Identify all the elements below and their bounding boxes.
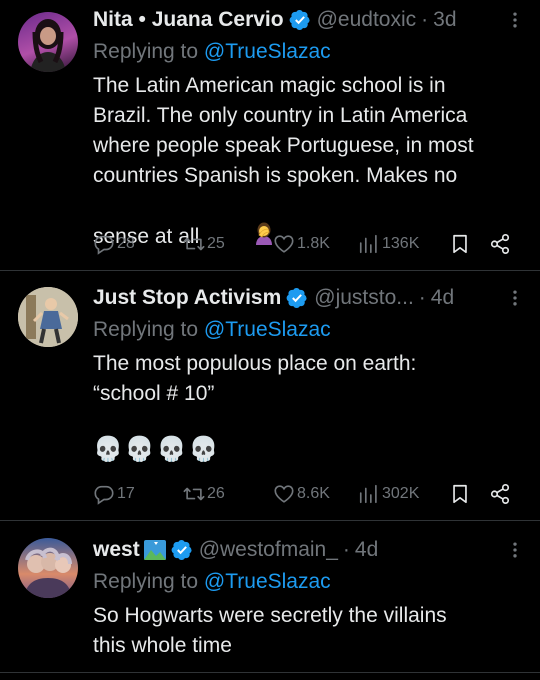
views-count: 136K [382,235,420,252]
repost-icon [183,483,205,505]
replying-prefix: Replying to [93,318,204,341]
mention-link[interactable]: @TrueSlazac [204,40,331,63]
reply-button[interactable]: 17 [93,483,135,505]
timestamp[interactable]: 4d [431,286,454,310]
tweet-actions: 17 26 8.6K 302K [93,479,526,509]
bookmark-icon [449,483,471,505]
reply-count: 28 [117,235,135,252]
views-button[interactable]: 136K [358,233,419,255]
views-count: 302K [382,485,420,502]
reply-count: 17 [117,485,135,502]
tweet-text-body: The Latin American magic school is in Br… [93,74,474,249]
reply-button[interactable]: 28 [93,233,135,255]
mention-link[interactable]: @TrueSlazac [204,318,331,341]
tweet-1[interactable]: Nita • Juana Cervio @eudtoxic · 3d Reply… [0,0,540,271]
more-icon[interactable] [504,533,526,567]
repost-count: 26 [207,485,225,502]
separator-dot: · [421,8,429,31]
repost-button[interactable]: 26 [183,483,225,505]
like-count: 8.6K [297,485,330,502]
repost-button[interactable]: 25 [183,233,225,255]
more-icon[interactable] [504,281,526,315]
tweet-text: So Hogwarts were secretly the villains t… [93,604,447,657]
avatar[interactable] [18,538,78,598]
landscape-flag-emoji [143,540,166,560]
skull-emoji-line: 💀💀💀💀 [93,436,221,463]
replying-prefix: Replying to [93,570,204,593]
avatar-image [30,19,66,72]
separator-dot: · [342,538,350,561]
like-icon [273,233,295,255]
share-button[interactable] [489,233,513,255]
tweet-header: Nita • Juana Cervio @eudtoxic · 3d [93,3,526,37]
avatar[interactable] [18,287,78,347]
landscape-flag-icon [143,540,166,560]
like-button[interactable]: 1.8K [273,233,330,255]
avatar[interactable] [18,12,78,72]
views-button[interactable]: 302K [358,483,419,505]
tweet-2[interactable]: Just Stop Activism @juststo... · 4d Repl… [0,271,540,521]
tweet-header: Just Stop Activism @juststo... · 4d [93,281,526,315]
verified-badge-icon [286,287,308,309]
separator-dot: · [418,286,426,309]
timestamp[interactable]: 4d [355,538,378,562]
share-icon [489,483,511,505]
more-icon[interactable] [504,3,526,37]
replying-to: Replying to @TrueSlazac [93,37,526,67]
like-button[interactable]: 8.6K [273,483,330,505]
verified-badge-icon [171,539,193,561]
repost-icon [183,233,205,255]
like-count: 1.8K [297,235,330,252]
bookmark-button[interactable] [449,483,473,505]
user-handle[interactable]: @juststo... [314,286,414,310]
timestamp[interactable]: 3d [433,8,456,32]
avatar-image [18,287,78,347]
like-icon [273,483,295,505]
display-name[interactable]: west [93,538,140,562]
display-name[interactable]: Nita • Juana Cervio [93,8,284,32]
replying-prefix: Replying to [93,40,204,63]
user-handle[interactable]: @westofmain_ [199,538,338,562]
display-name[interactable]: Just Stop Activism [93,286,281,310]
views-icon [358,483,380,505]
reply-icon [93,483,115,505]
bookmark-button[interactable] [449,233,473,255]
repost-count: 25 [207,235,225,252]
verified-badge-icon [289,9,311,31]
reply-icon [93,233,115,255]
tweet-3[interactable]: west @westofmain_ · 4d Replying to @True… [0,521,540,673]
views-icon [358,233,380,255]
bookmark-icon [449,233,471,255]
mention-link[interactable]: @TrueSlazac [204,570,331,593]
share-button[interactable] [489,483,513,505]
avatar-image [24,547,72,598]
replying-to: Replying to @TrueSlazac [93,567,526,597]
tweet-text: The most populous place on earth: “schoo… [93,352,417,405]
tweet-header: west @westofmain_ · 4d [93,533,526,567]
tweet-actions: 28 25 1.8K 136K [93,229,526,259]
share-icon [489,233,511,255]
replying-to: Replying to @TrueSlazac [93,315,526,345]
user-handle[interactable]: @eudtoxic [317,8,417,32]
